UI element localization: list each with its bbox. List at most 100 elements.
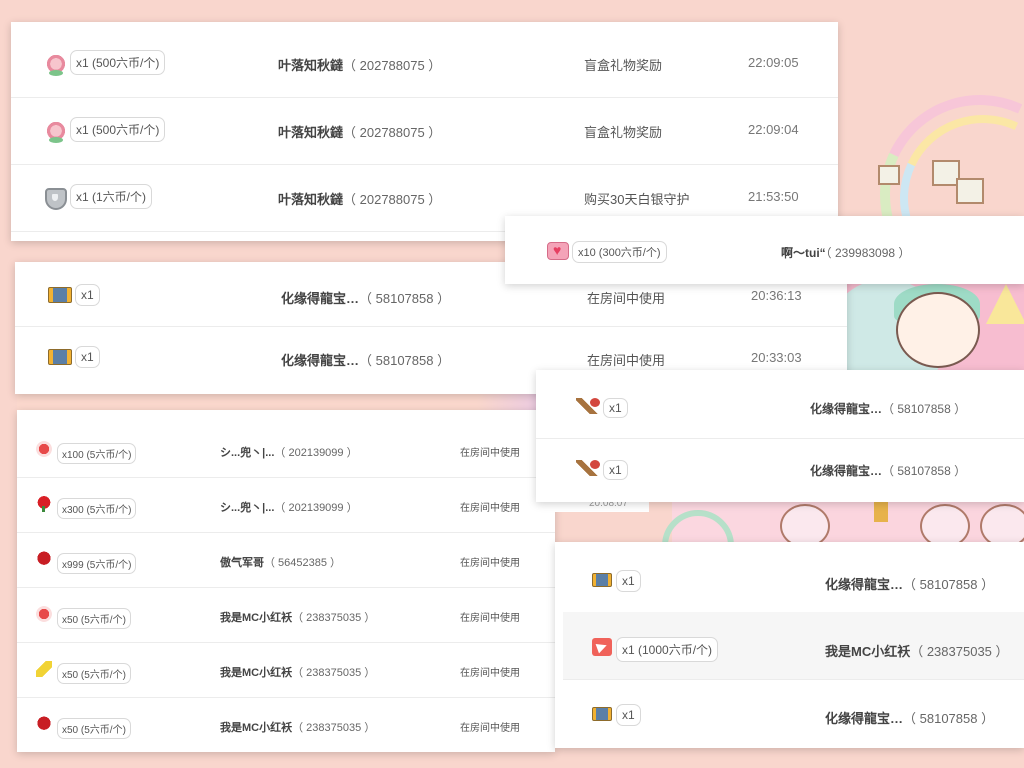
quantity-badge: x1 [616,570,641,592]
record-source: 盲盒礼物奖励 [584,125,663,140]
sender-name: 叶落知秋鐽 [278,58,344,73]
sender[interactable]: 化缘得龍宝…（ 58107858 ） [810,462,966,479]
record-source: 在房间中使用 [460,723,520,734]
sender-id: （ 239983098 ） [825,246,911,260]
quantity-badge: x1 (500六币/个) [70,50,166,75]
sender[interactable]: 化缘得龍宝…（ 58107858 ） [281,288,450,307]
record-time: 22:09:05 [748,55,799,70]
sender[interactable]: 我是MC小红袄（ 238375035 ） [825,641,1009,660]
sender-id: （ 238375035 ） [910,644,1009,659]
sender-id: （ 238375035 ） [292,612,376,624]
sender-id: （ 58107858 ） [882,464,967,478]
quantity-badge: x1 [603,460,628,480]
cannon-icon [576,398,600,414]
sender-id: （ 238375035 ） [292,667,376,679]
sender-name: 叶落知秋鐽 [278,125,344,140]
sender-name: 傲气军哥 [220,557,264,569]
sender[interactable]: 我是MC小红袄（ 238375035 ） [220,609,375,625]
quantity-badge: x1 (500六币/个) [70,117,166,142]
record-source: 购买30天白银守护 [584,192,690,207]
sender-id: （ 58107858 ） [359,291,451,306]
red-rose-icon [36,716,52,732]
sender[interactable]: 叶落知秋鐽（ 202788075 ） [278,122,441,141]
record-source: 在房间中使用 [460,613,520,624]
quantity-badge: x1 [616,704,641,726]
sender-id: （ 202788075 ） [343,58,442,73]
sender[interactable]: シ...兜丶|...（ 202139099 ） [220,444,358,460]
sender-name: 叶落知秋鐽 [278,192,344,207]
sender-name: 我是MC小红袄 [825,644,911,659]
table-row: x50 (5六币/个) 我是MC小红袄（ 238375035 ） 在房间中使用 [17,642,555,698]
record-source: 盲盒礼物奖励 [584,58,663,73]
sender-id: （ 56452385 ） [264,557,342,569]
sender[interactable]: 化缘得龍宝…（ 58107858 ） [825,708,994,727]
sender[interactable]: 化缘得龍宝…（ 58107858 ） [810,400,966,417]
sender-id: （ 58107858 ） [359,353,451,368]
sender-name: 啊～tui“ [781,246,826,260]
sender-id: （ 58107858 ） [903,711,995,726]
gift-record-card-4: x100 (5六币/个) シ...兜丶|...（ 202139099 ） 在房间… [17,410,555,752]
gift-record-card-6: x1 化缘得龍宝…（ 58107858 ） x1 (1000六币/个) 我是MC… [555,542,1024,748]
background-gift-box [878,165,900,185]
sender-name: 我是MC小红袄 [220,667,293,679]
lollipop-icon [36,441,52,457]
ticket-icon [48,287,72,303]
rose-icon [36,496,52,512]
sender-name: シ...兜丶|... [220,502,275,514]
sender[interactable]: 我是MC小红袄（ 238375035 ） [220,719,375,735]
sender-name: 化缘得龍宝… [281,353,360,368]
record-source: 在房间中使用 [460,448,520,459]
sender[interactable]: 叶落知秋鐽（ 202788075 ） [278,189,441,208]
background-rainbow-lower [662,500,772,582]
flower-gift-icon [45,121,67,143]
sender[interactable]: 化缘得龍宝…（ 58107858 ） [281,350,450,369]
sender-id: （ 58107858 ） [903,577,995,592]
table-row: x1 (500六币/个) 叶落知秋鐽（ 202788075 ） 盲盒礼物奖励 2… [11,30,838,98]
gift-record-card-3: x10 (300六币/个) 啊～tui“（ 239983098 ） [505,216,1024,284]
table-row: x1 化缘得龍宝…（ 58107858 ） [536,372,1024,439]
cannon-icon [576,460,600,476]
quantity-badge: x1 [75,284,100,306]
quantity-badge: x50 (5六币/个) [57,718,131,739]
quantity-badge: x1 (1六币/个) [70,184,153,209]
flower-gift-icon [45,54,67,76]
sender-name: 化缘得龍宝… [825,577,904,592]
sender[interactable]: 叶落知秋鐽（ 202788075 ） [278,55,441,74]
lollipop-icon [36,606,52,622]
background-clouds [770,500,1024,548]
gift-record-card-1: x1 (500六币/个) 叶落知秋鐽（ 202788075 ） 盲盒礼物奖励 2… [11,22,838,241]
table-row: x1 化缘得龍宝…（ 58107858 ） [563,545,1024,613]
quantity-badge: x100 (5六币/个) [57,443,137,464]
sender-name: 化缘得龍宝… [825,711,904,726]
background-character-art [846,284,1024,370]
quantity-badge: x1 [603,398,628,418]
sender-name: 化缘得龍宝… [810,464,883,478]
sender[interactable]: 傲气军哥（ 56452385 ） [220,554,341,570]
background-strip [17,392,557,412]
table-row: x300 (5六币/个) シ...兜丶|...（ 202139099 ） 在房间… [17,477,555,533]
record-source: 在房间中使用 [587,353,666,368]
record-time: 20:33:03 [751,350,802,365]
table-row: x50 (5六币/个) 我是MC小红袄（ 238375035 ） 在房间中使用 [17,697,555,752]
record-source: 在房间中使用 [460,558,520,569]
sender[interactable]: 化缘得龍宝…（ 58107858 ） [825,574,994,593]
sender[interactable]: シ...兜丶|...（ 202139099 ） [220,499,358,515]
sender-id: （ 238375035 ） [292,722,376,734]
quantity-badge: x50 (5六币/个) [57,663,131,684]
record-time: 22:09:04 [748,122,799,137]
record-source: 在房间中使用 [460,668,520,679]
quantity-badge: x999 (5六币/个) [57,553,137,574]
quantity-badge: x10 (300六币/个) [572,241,667,263]
sender[interactable]: 啊～tui“（ 239983098 ） [781,244,910,261]
ticket-icon [48,349,72,365]
quantity-badge: x50 (5六币/个) [57,608,131,629]
quantity-badge: x1 (1000六币/个) [616,637,719,662]
sender[interactable]: 我是MC小红袄（ 238375035 ） [220,664,375,680]
sender-name: 化缘得龍宝… [281,291,360,306]
record-source: 在房间中使用 [460,503,520,514]
sender-id: （ 202788075 ） [343,125,442,140]
red-rose-icon [36,551,52,567]
sender-id: （ 58107858 ） [882,402,967,416]
sender-name: シ...兜丶|... [220,447,275,459]
sender-id: （ 202139099 ） [274,447,358,459]
